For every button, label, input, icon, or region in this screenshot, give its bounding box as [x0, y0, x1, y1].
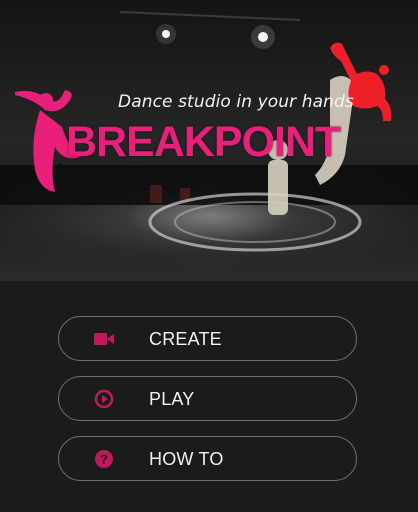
play-button-label: PLAY — [149, 389, 195, 409]
hero-banner: Dance studio in your hands BREAKPOINT — [0, 0, 418, 281]
how-to-button[interactable]: ? HOW TO — [58, 436, 357, 481]
how-to-button-label: HOW TO — [149, 449, 224, 469]
video-camera-icon — [93, 330, 115, 348]
svg-text:?: ? — [100, 452, 108, 467]
app-logo: BREAKPOINT — [66, 118, 341, 166]
main-menu: CREATE PLAY ? HOW TO — [58, 316, 358, 496]
app-tagline: Dance studio in your hands — [118, 92, 354, 112]
play-button[interactable]: PLAY — [58, 376, 357, 421]
create-button-label: CREATE — [149, 329, 222, 349]
help-circle-icon: ? — [93, 450, 115, 468]
create-button[interactable]: CREATE — [58, 316, 357, 361]
play-circle-icon — [93, 389, 115, 409]
